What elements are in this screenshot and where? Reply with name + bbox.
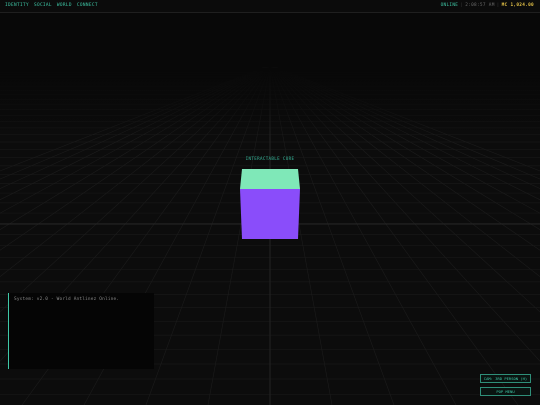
- cube-label: INTERACTABLE CORE: [245, 156, 295, 161]
- status-bar: ONLINE | 2:08:57 AM | MC 1,024.00: [441, 3, 534, 9]
- currency-balance: MC 1,024.00: [501, 3, 534, 8]
- console-message: System: v2.0 - World Antlinez Online.: [14, 297, 120, 302]
- cube-top-face: [240, 169, 300, 189]
- online-status: ONLINE: [440, 3, 459, 8]
- horizon-fog: [0, 68, 540, 138]
- interactable-core-cube[interactable]: [240, 168, 300, 239]
- nav-world[interactable]: WORLD: [57, 3, 72, 9]
- nav-connect[interactable]: CONNECT: [77, 3, 98, 9]
- camera-mode-button[interactable]: CAM: 3RD PERSON (H): [480, 374, 531, 383]
- top-bar: IDENTITY SOCIAL WORLD CONNECT ONLINE | 2…: [0, 0, 540, 13]
- status-separator: |: [496, 3, 500, 8]
- clock: 2:08:57 AM: [465, 3, 495, 8]
- main-nav: IDENTITY SOCIAL WORLD CONNECT: [5, 3, 98, 9]
- nav-identity[interactable]: IDENTITY: [5, 3, 29, 9]
- pop-menu-button[interactable]: POP MENU: [480, 387, 531, 396]
- cube-front-face: [240, 189, 300, 239]
- chat-console[interactable]: System: v2.0 - World Antlinez Online.: [8, 293, 154, 369]
- status-separator: |: [460, 3, 464, 8]
- nav-social[interactable]: SOCIAL: [34, 3, 52, 9]
